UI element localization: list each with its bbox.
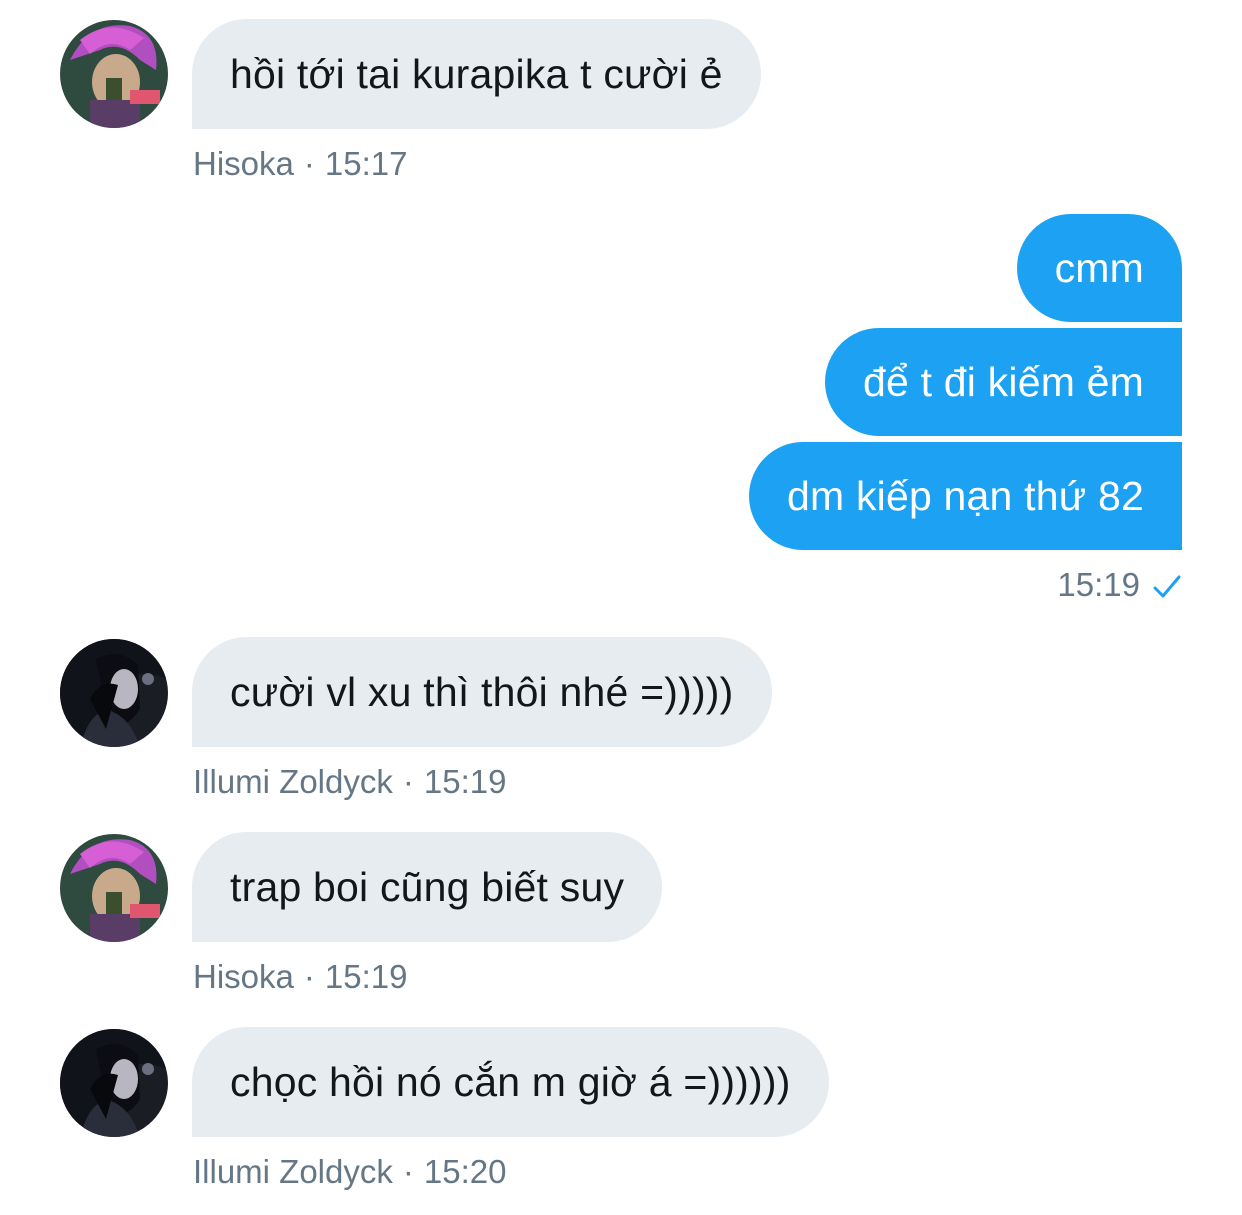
separator: · bbox=[402, 1153, 414, 1190]
hisoka-avatar-icon bbox=[60, 834, 168, 942]
message-bubble[interactable]: chọc hồi nó cắn m giờ á =)))))) bbox=[192, 1027, 829, 1137]
message-text: cmm bbox=[1054, 245, 1144, 291]
message-meta: Illumi Zoldyck · 15:19 bbox=[193, 763, 506, 801]
sender-name[interactable]: Hisoka bbox=[193, 145, 294, 182]
timestamp: 15:19 bbox=[324, 958, 408, 995]
hisoka-avatar[interactable] bbox=[60, 20, 168, 128]
message-text: trap boi cũng biết suy bbox=[230, 864, 625, 910]
message-text: dm kiếp nạn thứ 82 bbox=[787, 473, 1144, 519]
timestamp: 15:20 bbox=[423, 1153, 507, 1190]
message-meta: Hisoka · 15:17 bbox=[193, 145, 407, 183]
message-text: chọc hồi nó cắn m giờ á =)))))) bbox=[230, 1059, 791, 1105]
sender-name[interactable]: Illumi Zoldyck bbox=[193, 1153, 393, 1190]
message-meta: Illumi Zoldyck · 15:20 bbox=[193, 1153, 506, 1191]
illumi-avatar-icon bbox=[60, 639, 168, 747]
timestamp: 15:19 bbox=[1057, 566, 1140, 603]
separator: · bbox=[303, 958, 315, 995]
message-meta: 15:19 bbox=[1057, 566, 1182, 604]
illumi-avatar[interactable] bbox=[60, 1029, 168, 1137]
sender-name[interactable]: Illumi Zoldyck bbox=[193, 763, 393, 800]
message-text: hồi tới tai kurapika t cười ẻ bbox=[230, 51, 723, 97]
message-bubble[interactable]: hồi tới tai kurapika t cười ẻ bbox=[192, 19, 761, 129]
illumi-avatar[interactable] bbox=[60, 639, 168, 747]
illumi-avatar-icon bbox=[60, 1029, 168, 1137]
checkmark-icon bbox=[1152, 574, 1182, 600]
message-bubble[interactable]: dm kiếp nạn thứ 82 bbox=[749, 442, 1182, 550]
message-text: cười vl xu thì thôi nhé =))))) bbox=[230, 669, 734, 715]
message-bubble[interactable]: cmm bbox=[1016, 214, 1182, 322]
separator: · bbox=[303, 145, 315, 182]
message-bubble[interactable]: trap boi cũng biết suy bbox=[192, 832, 663, 942]
sender-name[interactable]: Hisoka bbox=[193, 958, 294, 995]
message-bubble[interactable]: cười vl xu thì thôi nhé =))))) bbox=[192, 637, 772, 747]
message-meta: Hisoka · 15:19 bbox=[193, 958, 407, 996]
message-text: để t đi kiếm ẻm bbox=[863, 359, 1144, 405]
hisoka-avatar[interactable] bbox=[60, 834, 168, 942]
message-thread: hồi tới tai kurapika t cười ẻ Hisoka · 15:… bbox=[0, 0, 1242, 1215]
timestamp: 15:19 bbox=[423, 763, 507, 800]
timestamp: 15:17 bbox=[324, 145, 408, 182]
separator: · bbox=[402, 763, 414, 800]
hisoka-avatar-icon bbox=[60, 20, 168, 128]
message-bubble[interactable]: để t đi kiếm ẻm bbox=[825, 328, 1182, 436]
